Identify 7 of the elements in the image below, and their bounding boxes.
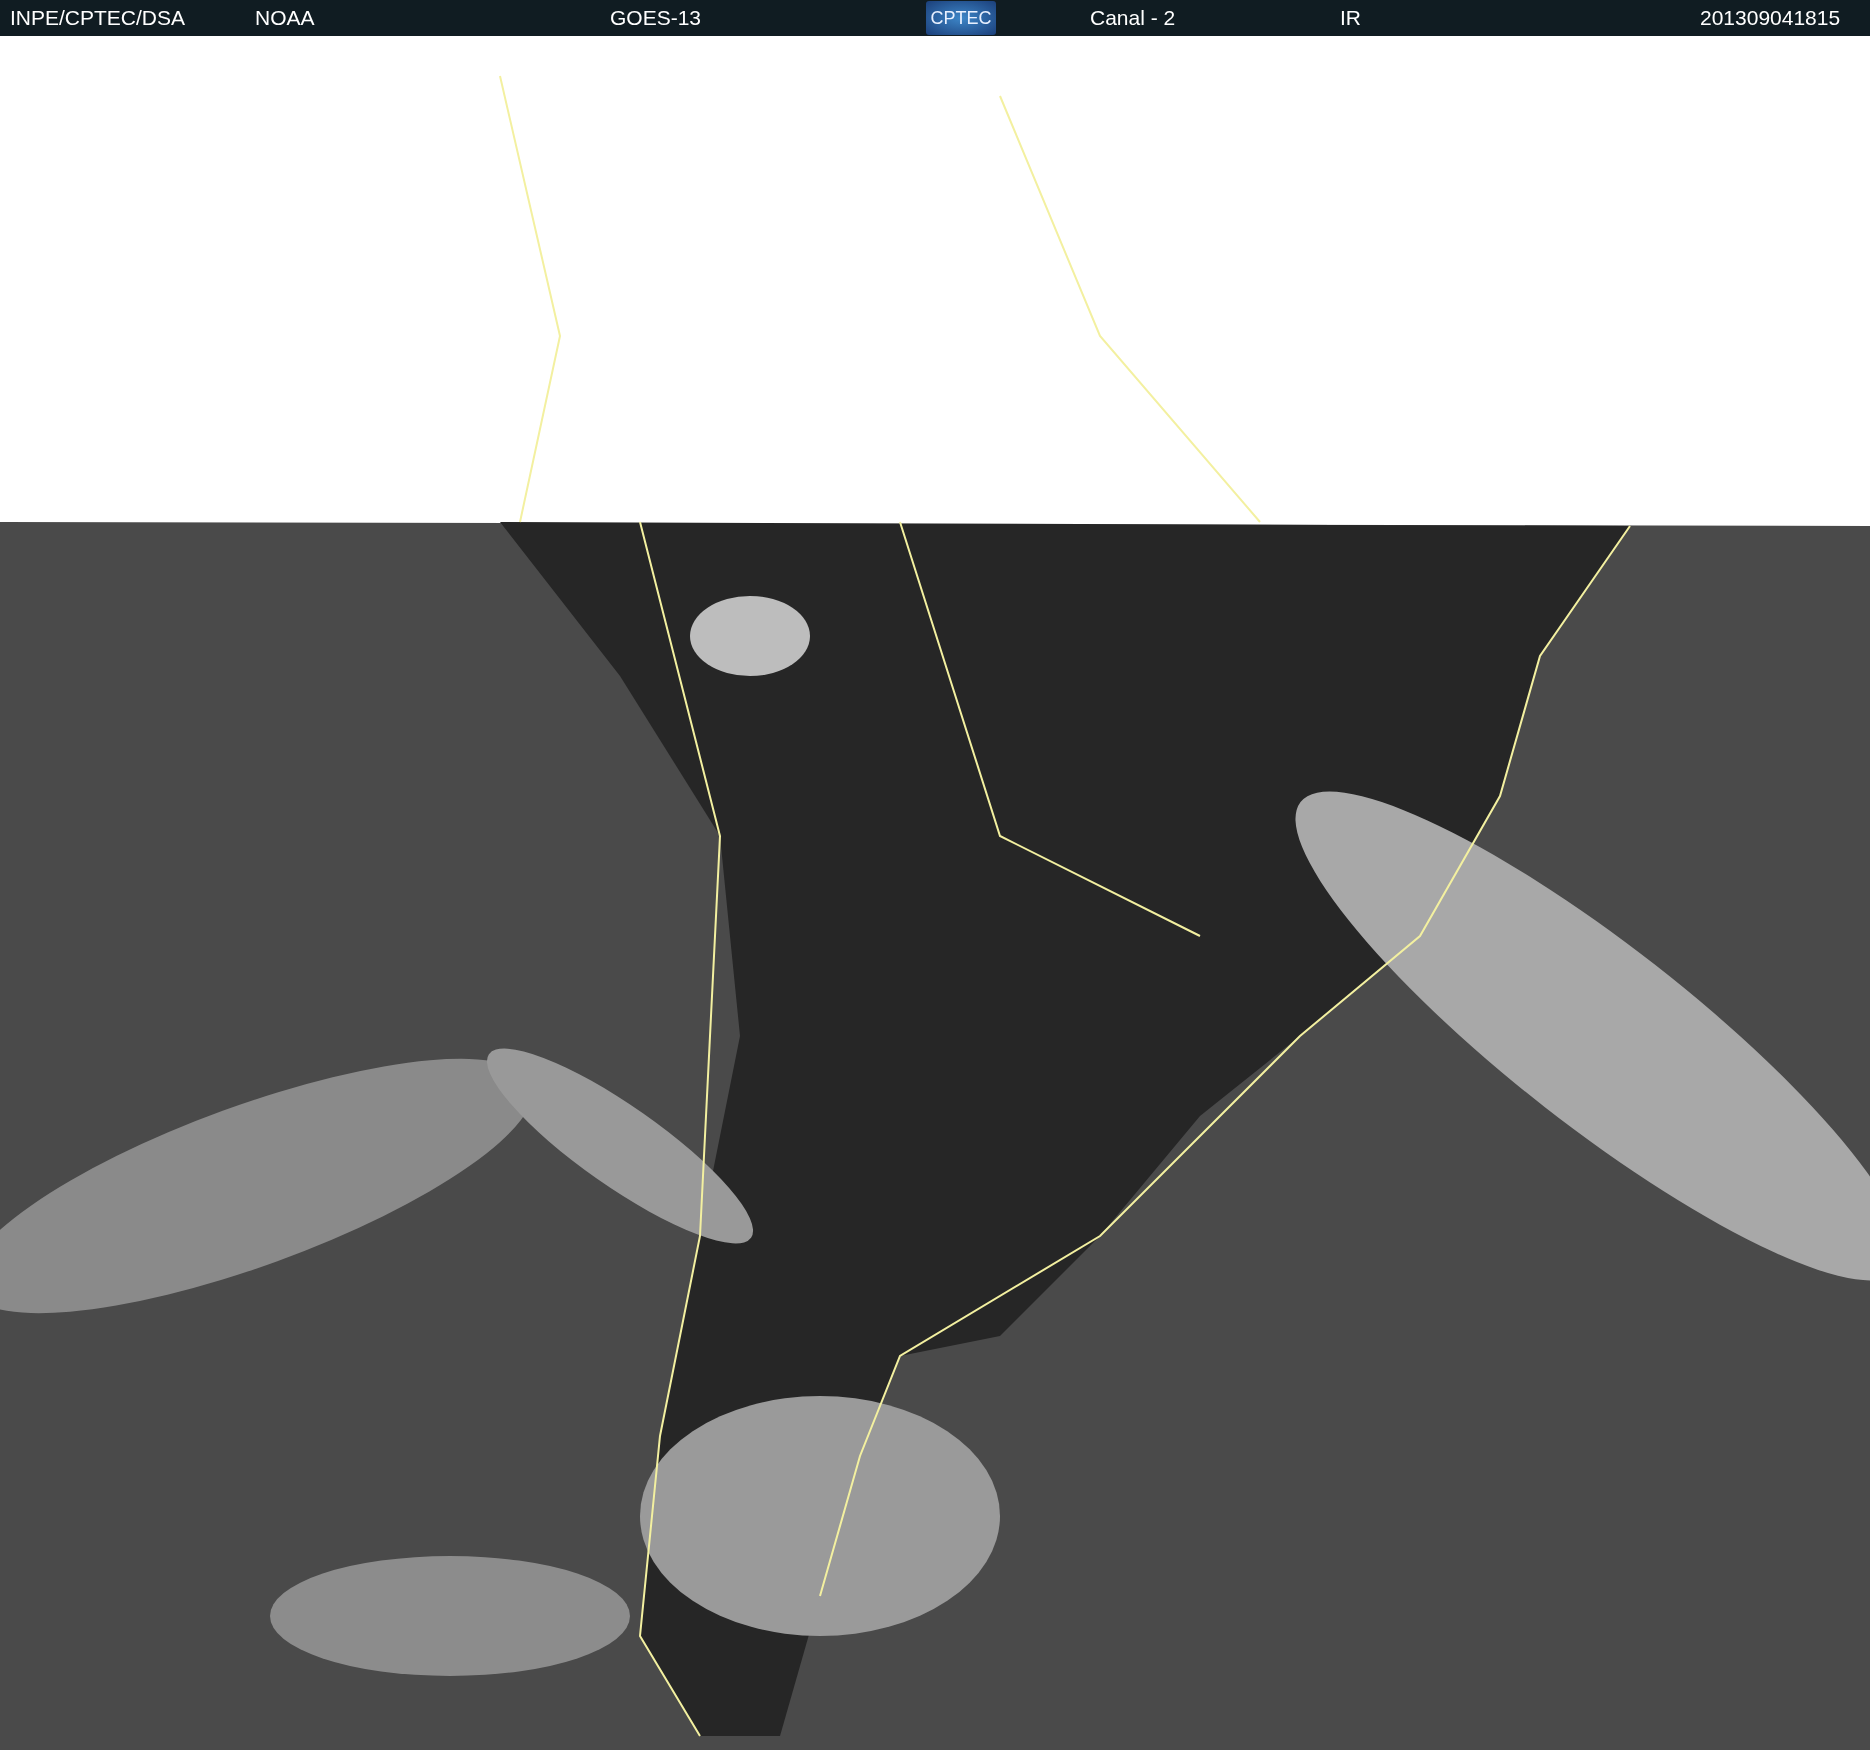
satellite-label: GOES-13 — [610, 6, 702, 30]
timestamp-label: 201309041815 — [1700, 6, 1841, 30]
agency-label: NOAA — [255, 6, 315, 30]
channel-label: Canal - 2 — [1090, 6, 1176, 30]
source-label: INPE/CPTEC/DSA — [10, 6, 186, 30]
logo: CPTEC — [926, 1, 996, 35]
band-label: IR — [1340, 6, 1361, 30]
